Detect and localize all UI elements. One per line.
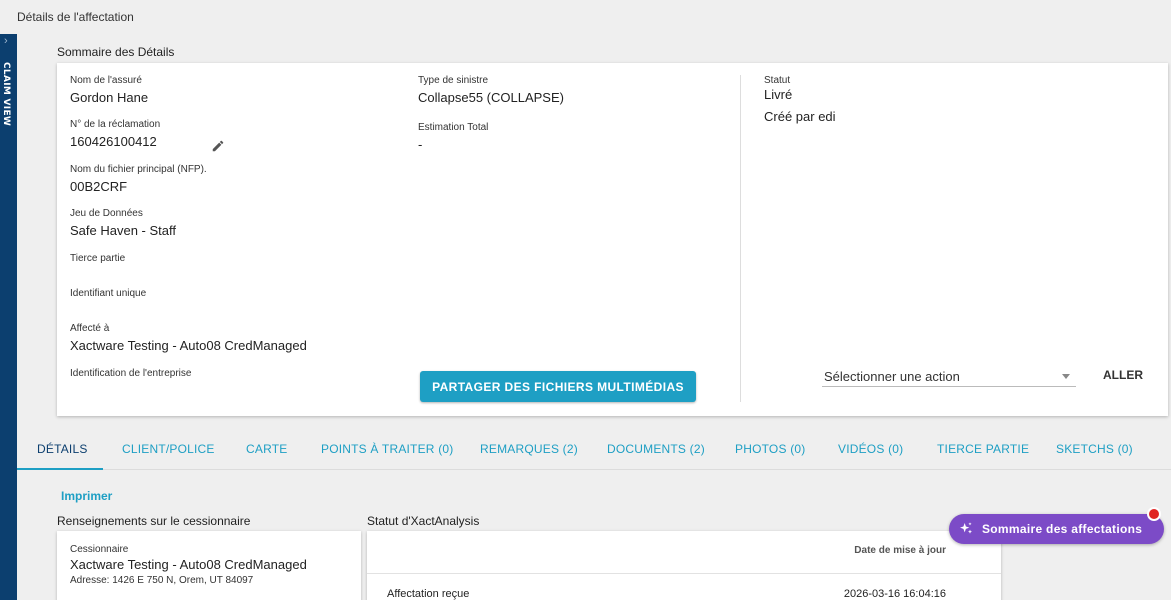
loss-type-value: Collapse55 (COLLAPSE) bbox=[418, 90, 564, 105]
assignee-address: Adresse: 1426 E 750 N, Orem, UT 84097 bbox=[70, 575, 254, 586]
estimate-label: Estimation Total bbox=[418, 122, 489, 133]
dataset-label: Jeu de Données bbox=[70, 208, 143, 219]
dataset-value: Safe Haven - Staff bbox=[70, 223, 176, 238]
claim-number-field: N° de la réclamation 160426100412 bbox=[70, 119, 160, 149]
page-title: Détails de l'affectation bbox=[17, 10, 134, 24]
table-divider bbox=[367, 573, 1001, 574]
insured-label: Nom de l'assuré bbox=[70, 75, 142, 86]
created-by: Créé par edi bbox=[764, 109, 836, 124]
assignee-section-title: Renseignements sur le cessionnaire bbox=[57, 514, 251, 528]
notification-badge bbox=[1147, 507, 1161, 521]
loss-type-field: Type de sinistre Collapse55 (COLLAPSE) bbox=[418, 75, 564, 105]
claim-view-label: CLAIM VIEW bbox=[1, 62, 11, 127]
tab-documents[interactable]: DOCUMENTS (2) bbox=[607, 442, 705, 456]
assignment-summary-label: Sommaire des affectations bbox=[982, 522, 1143, 536]
table-row-status: Affectation reçue bbox=[387, 588, 470, 600]
insured-field: Nom de l'assuré Gordon Hane bbox=[70, 75, 148, 105]
claim-number-value: 160426100412 bbox=[70, 134, 157, 149]
company-id-field: Identification de l'entreprise bbox=[70, 368, 191, 379]
tab-client-policy[interactable]: CLIENT/POLICE bbox=[122, 442, 215, 456]
claim-number-label: N° de la réclamation bbox=[70, 119, 161, 130]
action-select-value: Sélectionner une action bbox=[824, 369, 960, 384]
summary-section-title: Sommaire des Détails bbox=[57, 45, 175, 59]
tab-details[interactable]: DÉTAILS bbox=[37, 442, 88, 456]
assignee-label: Cessionnaire bbox=[70, 544, 129, 555]
action-select[interactable]: Sélectionner une action bbox=[822, 365, 1076, 387]
unique-id-field: Identifiant unique bbox=[70, 288, 146, 299]
print-link[interactable]: Imprimer bbox=[61, 489, 112, 503]
assignee-card: Cessionnaire Xactware Testing - Auto08 C… bbox=[57, 531, 361, 600]
tab-action-items[interactable]: POINTS À TRAITER (0) bbox=[321, 442, 453, 456]
tab-videos[interactable]: VIDÉOS (0) bbox=[838, 442, 903, 456]
status-label: Statut bbox=[764, 75, 791, 86]
summary-card: Nom de l'assuré Gordon Hane N° de la réc… bbox=[57, 63, 1168, 416]
dataset-field: Jeu de Données Safe Haven - Staff bbox=[70, 208, 176, 238]
claim-view-rail[interactable]: › CLAIM VIEW bbox=[0, 34, 17, 600]
third-party-label: Tierce partie bbox=[70, 253, 126, 264]
assignee-name: Xactware Testing - Auto08 CredManaged bbox=[70, 557, 307, 572]
tab-notes[interactable]: REMARQUES (2) bbox=[480, 442, 578, 456]
go-button[interactable]: ALLER bbox=[1103, 368, 1143, 382]
assignment-summary-button[interactable]: Sommaire des affectations bbox=[949, 514, 1164, 544]
insured-value: Gordon Hane bbox=[70, 90, 149, 105]
assigned-to-value: Xactware Testing - Auto08 CredManaged bbox=[70, 338, 307, 353]
tab-photos[interactable]: PHOTOS (0) bbox=[735, 442, 805, 456]
status-field: Statut Livré Créé par edi bbox=[764, 75, 836, 124]
estimate-value: - bbox=[418, 137, 423, 152]
chevron-right-icon[interactable]: › bbox=[4, 36, 8, 47]
primary-file-field: Nom du fichier principal (NFP). 00B2CRF bbox=[70, 164, 207, 194]
assigned-to-field: Affecté à Xactware Testing - Auto08 Cred… bbox=[70, 323, 307, 353]
xactanalysis-section-title: Statut d'XactAnalysis bbox=[367, 514, 480, 528]
loss-type-label: Type de sinistre bbox=[418, 75, 489, 86]
third-party-field: Tierce partie bbox=[70, 253, 125, 264]
share-media-button[interactable]: PARTAGER DES FICHIERS MULTIMÉDIAS bbox=[420, 371, 696, 402]
primary-file-value: 00B2CRF bbox=[70, 179, 128, 194]
active-tab-indicator bbox=[17, 468, 103, 470]
sparkle-icon bbox=[960, 522, 972, 534]
dropdown-caret-icon bbox=[1062, 374, 1070, 379]
detail-tabs: DÉTAILS CLIENT/POLICE CARTE POINTS À TRA… bbox=[17, 432, 1171, 470]
edit-pencil-icon[interactable] bbox=[211, 139, 225, 153]
tab-third-party[interactable]: TIERCE PARTIE bbox=[937, 442, 1029, 456]
company-id-label: Identification de l'entreprise bbox=[70, 368, 192, 379]
primary-file-label: Nom du fichier principal (NFP). bbox=[70, 164, 207, 175]
xactanalysis-status-card: Date de mise à jour Affectation reçue 20… bbox=[367, 531, 1001, 600]
status-value: Livré bbox=[764, 87, 793, 102]
column-divider bbox=[740, 75, 741, 402]
estimate-field: Estimation Total - bbox=[418, 122, 488, 152]
assigned-to-label: Affecté à bbox=[70, 323, 110, 334]
unique-id-label: Identifiant unique bbox=[70, 288, 147, 299]
tab-sketches[interactable]: SKETCHS (0) bbox=[1056, 442, 1133, 456]
update-date-header: Date de mise à jour bbox=[854, 545, 946, 556]
tab-map[interactable]: CARTE bbox=[246, 442, 287, 456]
table-row-date: 2026-03-16 16:04:16 bbox=[843, 588, 946, 600]
